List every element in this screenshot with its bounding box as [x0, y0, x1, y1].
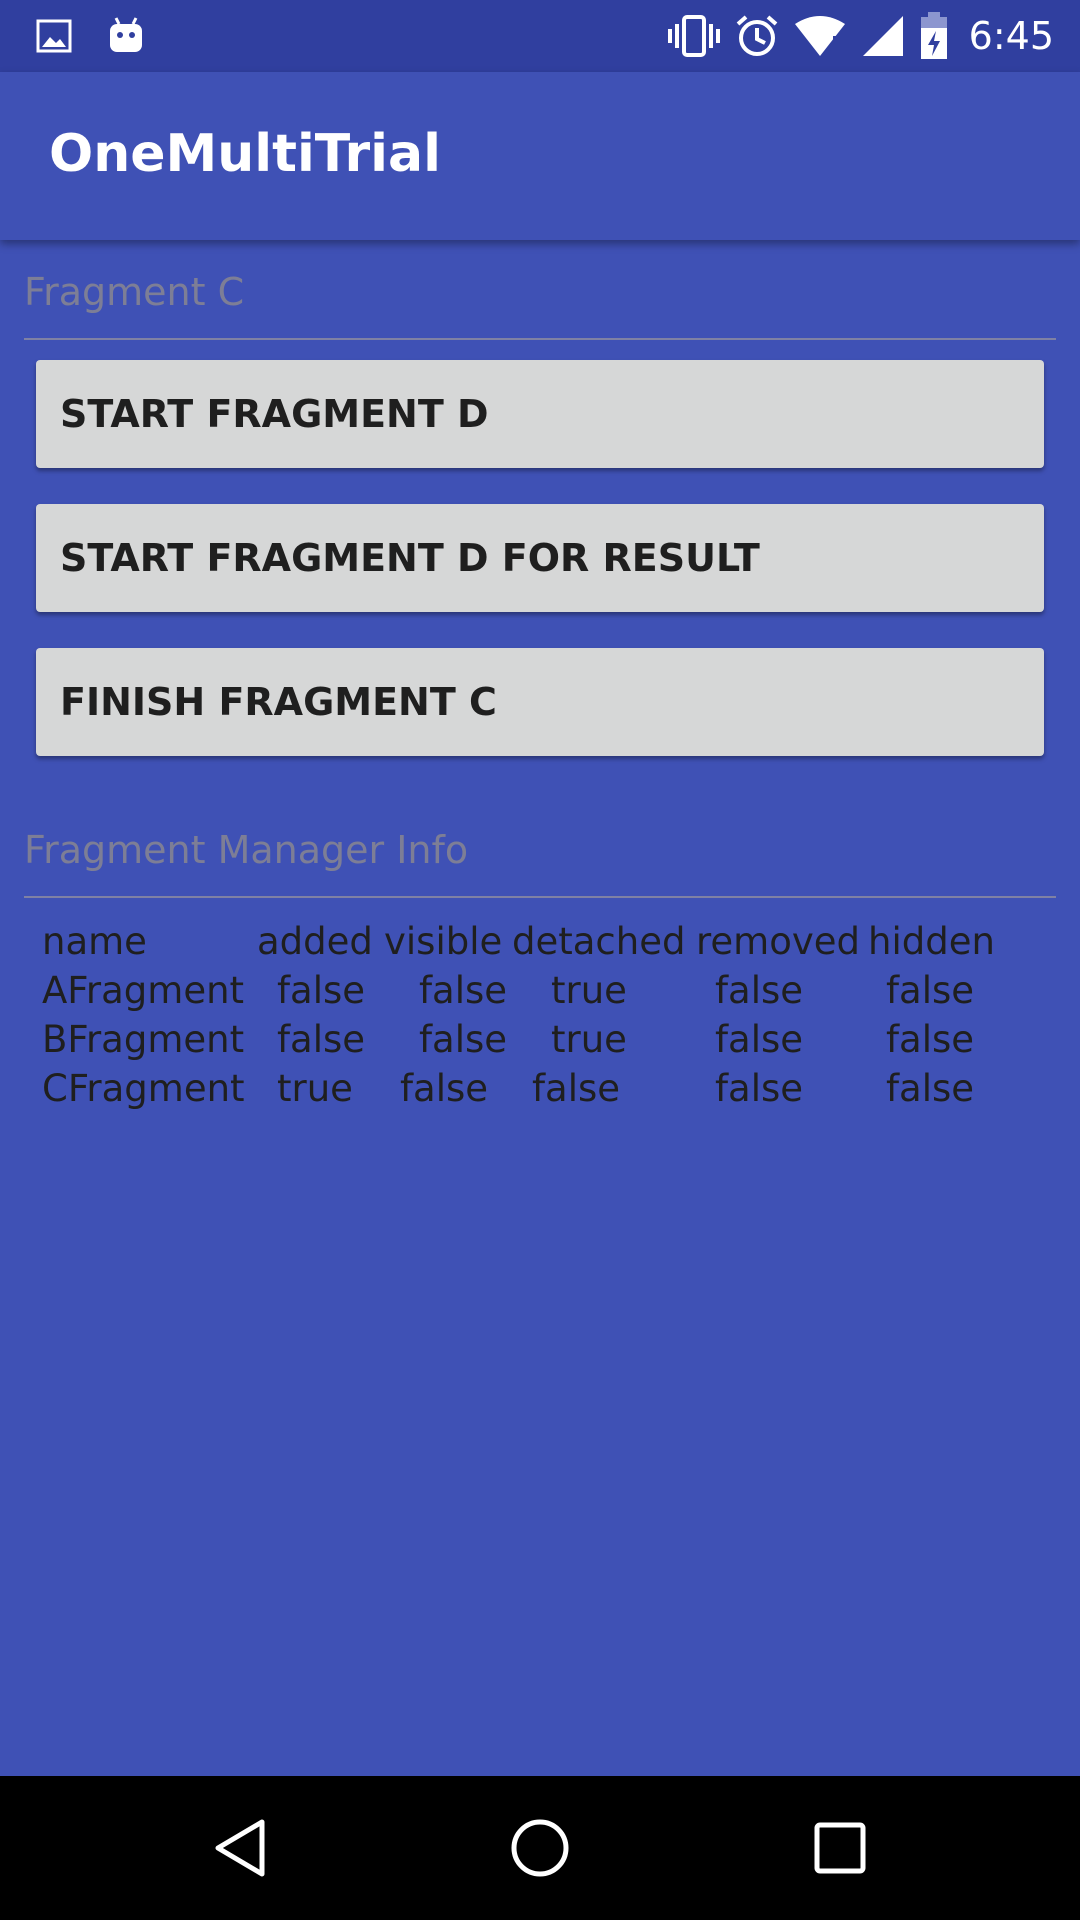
fragment-section-divider: [24, 338, 1056, 340]
cell-hidden: false: [886, 1067, 975, 1110]
fragment-section-label: Fragment C: [24, 270, 245, 314]
table-row: CFragment true false false false false: [42, 1067, 1042, 1116]
cell-added: false: [277, 969, 366, 1012]
status-bar-left: [36, 14, 144, 58]
recents-icon[interactable]: [804, 1812, 876, 1884]
column-header-name: name: [42, 920, 147, 963]
cell-hidden: false: [886, 1018, 975, 1061]
status-time: 6:45: [968, 14, 1054, 58]
app-bar: OneMultiTrial: [0, 72, 1080, 240]
vibrate-icon: [667, 14, 721, 58]
battery-charging-icon: [919, 12, 949, 59]
cell-name: CFragment: [42, 1067, 245, 1110]
cell-added: false: [277, 1018, 366, 1061]
android-icon: [108, 14, 144, 58]
cell-visible: false: [400, 1067, 489, 1110]
navigation-bar: [0, 1776, 1080, 1920]
column-header-detached: detached: [512, 920, 686, 963]
status-bar-right: 6:45: [667, 12, 1054, 60]
table-row: BFragment false false true false false: [42, 1018, 1042, 1067]
table-row: AFragment false false true false false: [42, 969, 1042, 1018]
back-icon[interactable]: [204, 1812, 276, 1884]
status-bar: 6:45: [0, 0, 1080, 72]
image-icon: [36, 14, 72, 58]
cell-detached: true: [551, 969, 627, 1012]
cell-detached: true: [551, 1018, 627, 1061]
info-section-label: Fragment Manager Info: [24, 828, 469, 872]
cell-removed: false: [715, 1018, 804, 1061]
cell-removed: false: [715, 1067, 804, 1110]
home-icon[interactable]: [504, 1812, 576, 1884]
app-title: OneMultiTrial: [49, 124, 441, 184]
info-section-divider: [24, 896, 1056, 898]
cell-detached: false: [532, 1067, 621, 1110]
start-fragment-d-button[interactable]: START FRAGMENT D: [36, 360, 1044, 468]
column-header-hidden: hidden: [868, 920, 995, 963]
table-header-row: name added visible detached removed hidd…: [42, 920, 1042, 969]
cell-removed: false: [715, 969, 804, 1012]
cell-visible: false: [419, 1018, 508, 1061]
cell-name: BFragment: [42, 1018, 245, 1061]
column-header-visible: visible: [384, 920, 503, 963]
cell-hidden: false: [886, 969, 975, 1012]
alarm-icon: [735, 14, 779, 58]
wifi-icon: [793, 14, 847, 58]
fragment-info-table: name added visible detached removed hidd…: [42, 920, 1042, 1116]
column-header-added: added: [257, 920, 373, 963]
column-header-removed: removed: [696, 920, 860, 963]
cell-name: AFragment: [42, 969, 245, 1012]
finish-fragment-c-button[interactable]: FINISH FRAGMENT C: [36, 648, 1044, 756]
cell-added: true: [277, 1067, 353, 1110]
signal-icon: [861, 14, 905, 58]
cell-visible: false: [419, 969, 508, 1012]
start-fragment-d-for-result-button[interactable]: START FRAGMENT D FOR RESULT: [36, 504, 1044, 612]
